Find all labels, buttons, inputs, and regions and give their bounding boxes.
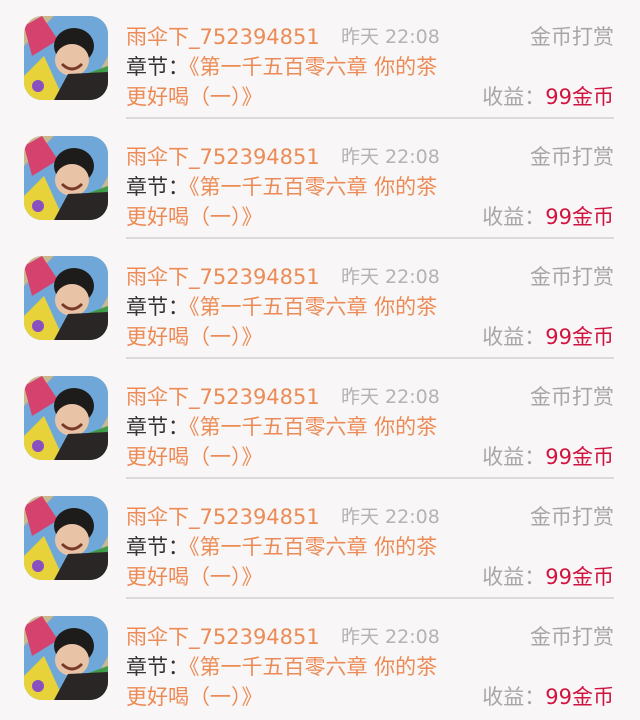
- avatar-photo-icon: [24, 616, 108, 700]
- reward-user-name: 雨伞下_752394851: [126, 625, 320, 649]
- income-value: 99金币: [545, 325, 614, 349]
- reward-income: 收益：99金币: [482, 200, 614, 234]
- reward-type: 金币打赏: [530, 385, 614, 409]
- reward-type: 金币打赏: [530, 505, 614, 529]
- income-value: 99金币: [545, 685, 614, 709]
- user-avatar[interactable]: [24, 136, 108, 220]
- user-avatar[interactable]: [24, 256, 108, 340]
- avatar-photo-icon: [24, 136, 108, 220]
- chapter-title-continued[interactable]: 更好喝（一）》: [126, 80, 263, 114]
- reward-list: 雨伞下_752394851 昨天 22:08 金币打赏 章节：《第一千五百零六章…: [0, 0, 640, 720]
- chapter-title: 《第一千五百零六章 你的茶: [189, 535, 438, 559]
- income-value: 99金币: [545, 85, 614, 109]
- income-label: 收益：: [482, 205, 546, 229]
- reward-chapter[interactable]: 章节：《第一千五百零六章 你的茶: [126, 410, 437, 444]
- reward-time: 昨天 22:08: [341, 266, 440, 288]
- reward-time: 昨天 22:08: [341, 506, 440, 528]
- reward-income: 收益：99金币: [482, 440, 614, 474]
- chapter-title: 《第一千五百零六章 你的茶: [189, 655, 438, 679]
- chapter-label: 章节：: [126, 535, 189, 559]
- user-avatar[interactable]: [24, 616, 108, 700]
- income-label: 收益：: [482, 565, 546, 589]
- reward-income: 收益：99金币: [482, 80, 614, 114]
- reward-user-name: 雨伞下_752394851: [126, 25, 320, 49]
- income-label: 收益：: [482, 445, 546, 469]
- reward-row[interactable]: 雨伞下_752394851 昨天 22:08 金币打赏 章节：《第一千五百零六章…: [0, 0, 640, 120]
- reward-income: 收益：99金币: [482, 680, 614, 714]
- avatar-photo-icon: [24, 16, 108, 100]
- reward-chapter[interactable]: 章节：《第一千五百零六章 你的茶: [126, 650, 437, 684]
- income-value: 99金币: [545, 205, 614, 229]
- reward-type: 金币打赏: [530, 265, 614, 289]
- avatar-photo-icon: [24, 256, 108, 340]
- row-divider: [126, 237, 614, 239]
- income-label: 收益：: [482, 685, 546, 709]
- reward-user-name: 雨伞下_752394851: [126, 145, 320, 169]
- chapter-label: 章节：: [126, 415, 189, 439]
- reward-user-name: 雨伞下_752394851: [126, 265, 320, 289]
- reward-chapter[interactable]: 章节：《第一千五百零六章 你的茶: [126, 170, 437, 204]
- reward-user-name: 雨伞下_752394851: [126, 505, 320, 529]
- income-value: 99金币: [545, 445, 614, 469]
- chapter-title: 《第一千五百零六章 你的茶: [189, 415, 438, 439]
- chapter-label: 章节：: [126, 55, 189, 79]
- reward-row[interactable]: 雨伞下_752394851 昨天 22:08 金币打赏 章节：《第一千五百零六章…: [0, 480, 640, 600]
- reward-row[interactable]: 雨伞下_752394851 昨天 22:08 金币打赏 章节：《第一千五百零六章…: [0, 600, 640, 720]
- reward-income: 收益：99金币: [482, 320, 614, 354]
- chapter-title-continued[interactable]: 更好喝（一）》: [126, 320, 263, 354]
- avatar-photo-icon: [24, 376, 108, 460]
- chapter-title-continued[interactable]: 更好喝（一）》: [126, 560, 263, 594]
- chapter-label: 章节：: [126, 295, 189, 319]
- chapter-title: 《第一千五百零六章 你的茶: [189, 55, 438, 79]
- reward-type: 金币打赏: [530, 145, 614, 169]
- chapter-title-continued[interactable]: 更好喝（一）》: [126, 680, 263, 714]
- user-avatar[interactable]: [24, 16, 108, 100]
- reward-user-name: 雨伞下_752394851: [126, 385, 320, 409]
- user-avatar[interactable]: [24, 376, 108, 460]
- reward-chapter[interactable]: 章节：《第一千五百零六章 你的茶: [126, 290, 437, 324]
- reward-type: 金币打赏: [530, 25, 614, 49]
- reward-income: 收益：99金币: [482, 560, 614, 594]
- reward-chapter[interactable]: 章节：《第一千五百零六章 你的茶: [126, 50, 437, 84]
- chapter-title: 《第一千五百零六章 你的茶: [189, 175, 438, 199]
- reward-time: 昨天 22:08: [341, 26, 440, 48]
- chapter-title-continued[interactable]: 更好喝（一）》: [126, 440, 263, 474]
- row-divider: [126, 597, 614, 599]
- reward-chapter[interactable]: 章节：《第一千五百零六章 你的茶: [126, 530, 437, 564]
- income-label: 收益：: [482, 325, 546, 349]
- income-value: 99金币: [545, 565, 614, 589]
- reward-row[interactable]: 雨伞下_752394851 昨天 22:08 金币打赏 章节：《第一千五百零六章…: [0, 240, 640, 360]
- reward-time: 昨天 22:08: [341, 146, 440, 168]
- income-label: 收益：: [482, 85, 546, 109]
- reward-time: 昨天 22:08: [341, 626, 440, 648]
- reward-time: 昨天 22:08: [341, 386, 440, 408]
- chapter-title-continued[interactable]: 更好喝（一）》: [126, 200, 263, 234]
- reward-type: 金币打赏: [530, 625, 614, 649]
- reward-row[interactable]: 雨伞下_752394851 昨天 22:08 金币打赏 章节：《第一千五百零六章…: [0, 360, 640, 480]
- row-divider: [126, 117, 614, 119]
- row-divider: [126, 357, 614, 359]
- avatar-photo-icon: [24, 496, 108, 580]
- reward-row[interactable]: 雨伞下_752394851 昨天 22:08 金币打赏 章节：《第一千五百零六章…: [0, 120, 640, 240]
- user-avatar[interactable]: [24, 496, 108, 580]
- chapter-label: 章节：: [126, 175, 189, 199]
- chapter-title: 《第一千五百零六章 你的茶: [189, 295, 438, 319]
- row-divider: [126, 477, 614, 479]
- chapter-label: 章节：: [126, 655, 189, 679]
